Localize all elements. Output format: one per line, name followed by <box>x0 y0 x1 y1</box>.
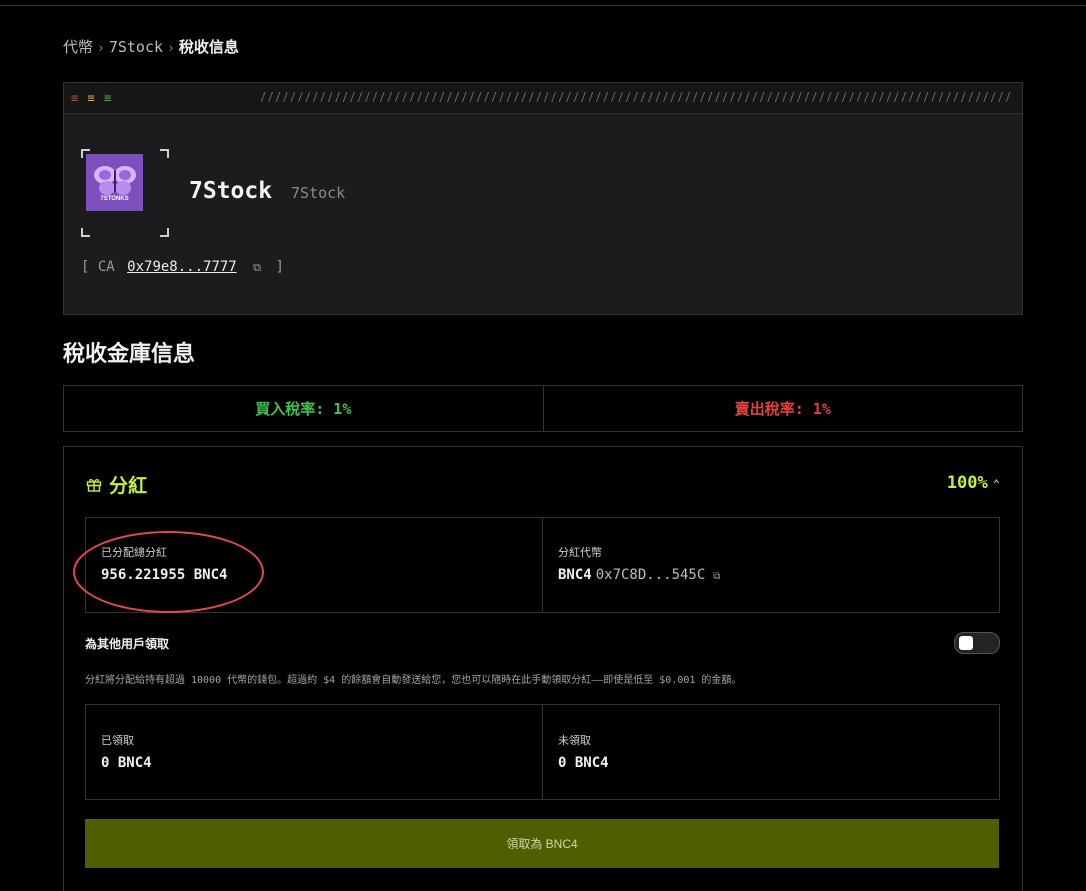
butterfly-logo <box>93 165 136 195</box>
dividend-description: 分紅將分配給持有超過 10000 代幣的錢包。超過約 $4 的餘額會自動發送給您… <box>85 675 742 686</box>
dividend-token-cell: 分紅代幣 BNC4 0x7C8D...545C ⧉ <box>542 518 999 612</box>
dividend-token-symbol: BNC4 <box>558 567 592 583</box>
gift-icon <box>86 479 102 492</box>
hatch-pattern <box>258 92 1012 102</box>
breadcrumb-separator: › <box>97 41 105 56</box>
section-title: 稅收金庫信息 <box>63 342 196 367</box>
copy-icon[interactable]: ⧉ <box>713 571 720 582</box>
token-logo: 7STONKS <box>86 154 143 211</box>
unclaimed-value: 0 BNC4 <box>558 755 609 771</box>
dividend-percent: 100% <box>946 473 988 493</box>
copy-icon[interactable]: ⧉ <box>253 261 261 274</box>
logo-wordmark: 7STONKS <box>100 195 129 202</box>
dividend-header[interactable]: 分紅 <box>86 471 147 498</box>
frame-corner <box>160 228 169 237</box>
ca-bracket: ] <box>275 259 284 275</box>
card-header-bar: ≡ ≡ ≡ <box>64 83 1022 114</box>
claimed-label: 已領取 <box>101 734 134 747</box>
token-name: 7Stock <box>189 178 273 204</box>
claim-button[interactable]: 領取為 BNC4 <box>85 819 999 868</box>
top-divider <box>0 5 1086 6</box>
menu-lines-red-icon: ≡ <box>71 91 80 105</box>
toggle-knob <box>959 636 973 650</box>
frame-corner <box>160 149 169 158</box>
breadcrumb-tokens-link[interactable]: 代幣 <box>63 38 93 56</box>
token-card: ≡ ≡ ≡ 7STONKS 7Stock 7Stock [ CA 0x79e8.… <box>63 82 1023 315</box>
unclaimed-cell: 未領取 0 BNC4 <box>542 705 999 799</box>
claim-for-others-label: 為其他用戶領取 <box>85 637 170 651</box>
buy-tax-rate: 買入稅率: 1% <box>64 386 544 431</box>
dividend-panel: 分紅 100% ⌃ 已分配總分紅 956.221955 BNC4 分紅代幣 BNC… <box>63 446 1023 891</box>
window-controls: ≡ ≡ ≡ <box>71 91 112 105</box>
tax-rates: 買入稅率: 1% 賣出稅率: 1% <box>63 385 1023 432</box>
unclaimed-label: 未領取 <box>558 734 591 747</box>
menu-lines-yellow-icon: ≡ <box>87 91 96 105</box>
claim-stats: 已領取 0 BNC4 未領取 0 BNC4 <box>85 704 1000 800</box>
claimed-cell: 已領取 0 BNC4 <box>86 705 542 799</box>
contract-address-link[interactable]: 0x79e8...7777 <box>127 259 237 275</box>
token-symbol: 7Stock <box>291 184 346 202</box>
dividend-token-value: BNC4 0x7C8D...545C ⧉ <box>558 567 720 583</box>
chevron-up-icon: ⌃ <box>992 477 1000 491</box>
dividend-percent-toggle[interactable]: 100% ⌃ <box>947 473 1000 493</box>
claim-for-others-toggle[interactable] <box>954 632 1000 654</box>
menu-lines-green-icon: ≡ <box>103 91 113 105</box>
frame-corner <box>81 228 90 237</box>
breadcrumb-current: 稅收信息 <box>178 38 239 56</box>
dividend-token-address[interactable]: 0x7C8D...545C <box>596 567 706 583</box>
contract-address-row: [ CA 0x79e8...7777 ⧉ ] <box>81 259 284 275</box>
breadcrumb-token-link[interactable]: 7Stock <box>109 38 163 56</box>
sell-tax-rate: 賣出稅率: 1% <box>734 400 831 418</box>
claimed-value: 0 BNC4 <box>101 755 152 771</box>
dividend-token-label: 分紅代幣 <box>558 546 602 559</box>
token-logo-frame: 7STONKS <box>81 149 169 237</box>
breadcrumb-separator: › <box>167 41 175 56</box>
breadcrumb: 代幣 › 7Stock › 稅收信息 <box>63 36 239 57</box>
ca-label: [ CA <box>81 259 115 275</box>
dividend-title: 分紅 <box>109 475 148 497</box>
annotation-circle <box>73 531 264 613</box>
